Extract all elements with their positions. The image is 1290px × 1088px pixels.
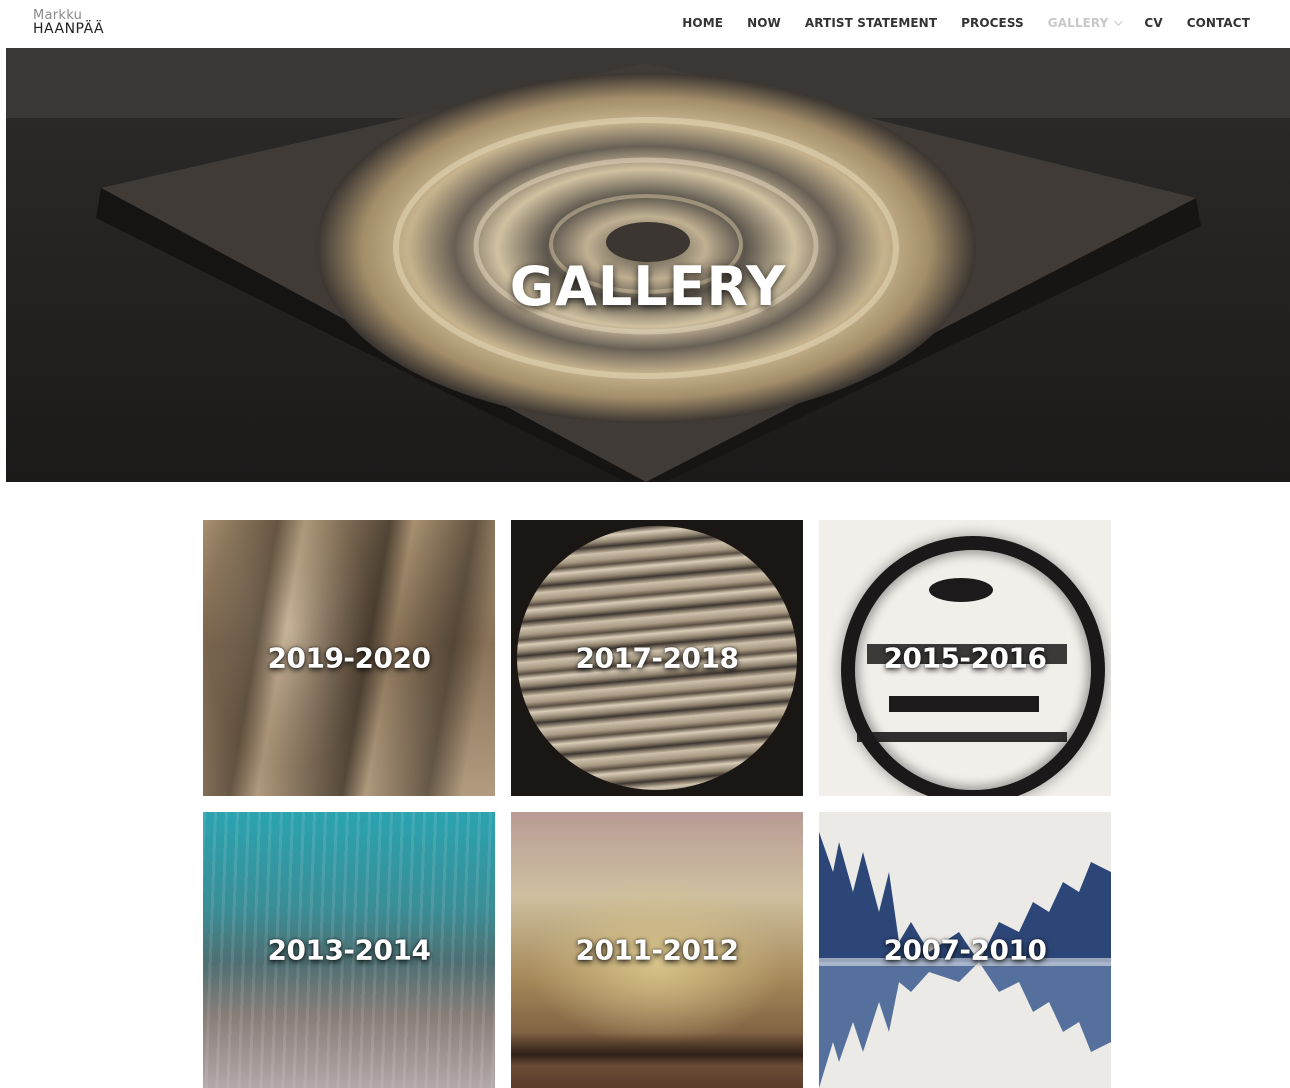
nav-artist-statement[interactable]: ARTIST STATEMENT xyxy=(805,16,937,30)
gallery-tile-2019-2020[interactable]: 2019-2020 xyxy=(203,520,495,796)
artwork-ink-mark xyxy=(889,696,1039,712)
nav-contact[interactable]: CONTACT xyxy=(1187,16,1250,30)
gallery-tile-label: 2007-2010 xyxy=(883,933,1047,967)
gallery-tile-2011-2012[interactable]: 2011-2012 xyxy=(511,812,803,1088)
nav-process[interactable]: PROCESS xyxy=(961,16,1024,30)
gallery-tile-2007-2010[interactable]: 2007-2010 xyxy=(819,812,1111,1088)
artwork-ink-mark xyxy=(857,732,1067,742)
nav-cv[interactable]: CV xyxy=(1144,16,1162,30)
gallery-tile-label: 2015-2016 xyxy=(883,641,1047,675)
gallery-tile-2015-2016[interactable]: 2015-2016 xyxy=(819,520,1111,796)
nav-gallery[interactable]: GALLERY xyxy=(1047,16,1124,30)
hero-banner: GALLERY xyxy=(6,48,1290,482)
site-logo[interactable]: Markku HAANPÄÄ xyxy=(33,9,104,36)
gallery-tile-label: 2019-2020 xyxy=(267,641,431,675)
gallery-tile-label: 2013-2014 xyxy=(267,933,431,967)
site-header: Markku HAANPÄÄ HOME NOW ARTIST STATEMENT… xyxy=(0,0,1290,48)
nav-home[interactable]: HOME xyxy=(682,16,723,30)
gallery-tile-label: 2011-2012 xyxy=(575,933,739,967)
gallery-tile-2013-2014[interactable]: 2013-2014 xyxy=(203,812,495,1088)
logo-last-name: HAANPÄÄ xyxy=(33,21,105,37)
gallery-tile-2017-2018[interactable]: 2017-2018 xyxy=(511,520,803,796)
artwork-ink-mark xyxy=(929,578,993,602)
chevron-down-icon xyxy=(1114,17,1124,26)
nav-now[interactable]: NOW xyxy=(747,16,781,30)
main-nav: HOME NOW ARTIST STATEMENT PROCESS GALLER… xyxy=(682,16,1250,30)
page-title: GALLERY xyxy=(509,255,787,318)
nav-gallery-label: GALLERY xyxy=(1047,16,1109,30)
gallery-tile-label: 2017-2018 xyxy=(575,641,739,675)
